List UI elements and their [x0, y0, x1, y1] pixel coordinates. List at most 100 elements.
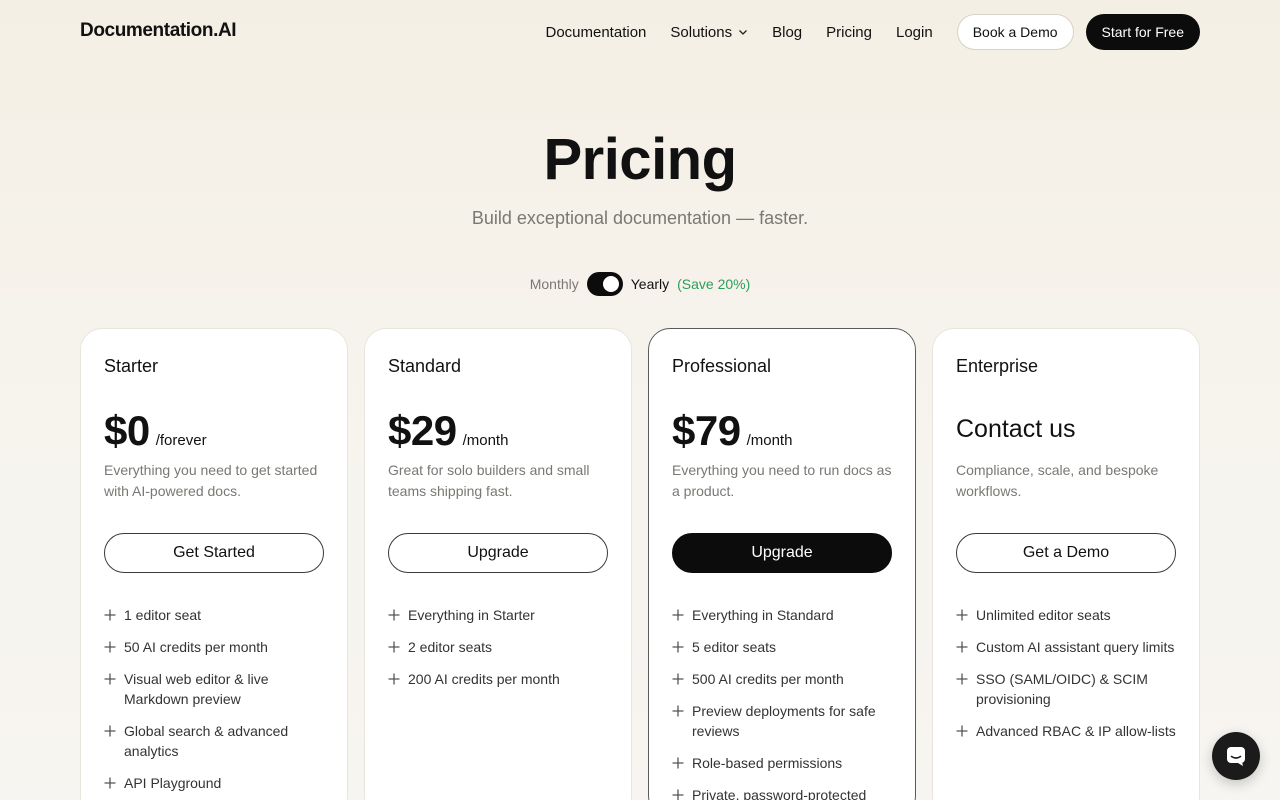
- page-title: Pricing: [543, 127, 737, 192]
- plus-icon: [104, 641, 116, 653]
- plan-price-amount: $29: [388, 407, 457, 454]
- plus-icon: [104, 725, 116, 737]
- plus-icon: [388, 673, 400, 685]
- feature-item: Preview deployments for safe reviews: [672, 701, 902, 741]
- feature-item: 200 AI credits per month: [388, 669, 618, 689]
- feature-label: Private, password-protected: [692, 787, 867, 800]
- feature-item: Global search & advanced analytics: [104, 721, 334, 761]
- plus-icon: [672, 673, 684, 685]
- billing-toggle-group: Monthly Yearly (Save 20%): [0, 272, 1280, 296]
- feature-label: Custom AI assistant query limits: [976, 639, 1175, 655]
- nav-link-blog[interactable]: Blog: [772, 24, 802, 41]
- plan-card-professional: Professional $79 /month Everything you n…: [648, 328, 916, 800]
- feature-label: Everything in Starter: [408, 607, 535, 623]
- nav-link-documentation[interactable]: Documentation: [545, 24, 646, 41]
- plan-description: Everything you need to get started with …: [104, 462, 318, 499]
- feature-item: Role-based permissions: [672, 753, 902, 773]
- billing-monthly-label[interactable]: Monthly: [530, 276, 579, 292]
- plan-price-period: /forever: [155, 432, 207, 449]
- plan-price-amount: $0: [104, 407, 150, 454]
- feature-label: 5 editor seats: [692, 639, 777, 655]
- feature-label: SSO (SAML/OIDC) & SCIM provisioning: [976, 671, 1148, 707]
- feature-label: 500 AI credits per month: [692, 671, 844, 687]
- plus-icon: [956, 609, 968, 621]
- get-started-button[interactable]: Get Started: [104, 533, 324, 573]
- plan-card-enterprise: Enterprise Contact us Compliance, scale,…: [932, 328, 1200, 800]
- plus-icon: [956, 725, 968, 737]
- feature-item: Custom AI assistant query limits: [956, 637, 1186, 657]
- feature-item: 500 AI credits per month: [672, 669, 902, 689]
- nav-link-pricing[interactable]: Pricing: [826, 24, 872, 41]
- plus-icon: [104, 777, 116, 789]
- plan-description: Compliance, scale, and bespoke workflows…: [956, 462, 1159, 499]
- feature-item: 50 AI credits per month: [104, 637, 334, 657]
- nav-link-login[interactable]: Login: [896, 24, 933, 41]
- plan-feature-list: Unlimited editor seats Custom AI assista…: [956, 605, 1186, 753]
- billing-period-toggle[interactable]: [586, 272, 623, 296]
- feature-item: SSO (SAML/OIDC) & SCIM provisioning: [956, 669, 1186, 709]
- plus-icon: [956, 641, 968, 653]
- feature-item: Unlimited editor seats: [956, 605, 1186, 625]
- upgrade-standard-button[interactable]: Upgrade: [388, 533, 608, 573]
- feature-label: API Playground: [124, 775, 222, 791]
- chevron-down-icon: [739, 30, 748, 35]
- plus-icon: [104, 673, 116, 685]
- feature-label: Advanced RBAC & IP allow-lists: [976, 723, 1176, 739]
- plus-icon: [388, 641, 400, 653]
- plan-price-period: /month: [746, 432, 793, 449]
- yearly-savings-badge: (Save 20%): [677, 276, 751, 292]
- plan-feature-list: Everything in Standard 5 editor seats 50…: [672, 605, 902, 800]
- toggle-knob: [602, 276, 619, 292]
- plan-description: Great for solo builders and small teams …: [388, 462, 590, 499]
- plus-icon: [956, 673, 968, 685]
- plan-card-starter: Starter $0 /forever Everything you need …: [80, 328, 348, 800]
- start-free-button[interactable]: Start for Free: [1085, 14, 1200, 50]
- plus-icon: [672, 705, 684, 717]
- plus-icon: [388, 609, 400, 621]
- nav-link-solutions-label: Solutions: [670, 23, 733, 41]
- pricing-cards: Starter $0 /forever Everything you need …: [80, 328, 1200, 800]
- feature-label: Everything in Standard: [692, 607, 834, 623]
- nav-links: Documentation Solutions Blog Pricing Log…: [545, 14, 1200, 50]
- feature-item: Private, password-protected: [672, 785, 902, 800]
- feature-label: Visual web editor & live Markdown previe…: [124, 671, 269, 707]
- chat-launcher-button[interactable]: [1212, 732, 1260, 780]
- billing-yearly-label[interactable]: Yearly: [631, 276, 669, 292]
- plan-name: Starter: [104, 356, 159, 376]
- feature-label: Global search & advanced analytics: [124, 723, 289, 759]
- plan-card-standard: Standard $29 /month Great for solo build…: [364, 328, 632, 800]
- feature-label: 200 AI credits per month: [408, 671, 560, 687]
- plan-price-amount: $79: [672, 407, 741, 454]
- plan-price: $29 /month: [388, 407, 508, 455]
- plan-price: $79 /month: [672, 407, 792, 455]
- feature-label: 2 editor seats: [408, 639, 493, 655]
- nav-link-solutions[interactable]: Solutions: [670, 24, 748, 41]
- plan-description: Everything you need to run docs as a pro…: [672, 462, 892, 499]
- feature-item: 5 editor seats: [672, 637, 902, 657]
- feature-label: 1 editor seat: [124, 607, 202, 623]
- chat-bubble-icon: [1227, 747, 1245, 766]
- plan-price: $0 /forever: [104, 407, 207, 455]
- feature-item: API Playground: [104, 773, 334, 793]
- plus-icon: [672, 757, 684, 769]
- upgrade-professional-button[interactable]: Upgrade: [672, 533, 892, 573]
- top-navigation: Documentation.AI Documentation Solutions…: [0, 0, 1280, 64]
- plus-icon: [672, 641, 684, 653]
- plus-icon: [672, 789, 684, 800]
- get-demo-button[interactable]: Get a Demo: [956, 533, 1176, 573]
- brand-logo[interactable]: Documentation.AI: [80, 20, 237, 42]
- plus-icon: [672, 609, 684, 621]
- feature-label: Unlimited editor seats: [976, 607, 1111, 623]
- feature-item: 1 editor seat: [104, 605, 334, 625]
- feature-item: Everything in Starter: [388, 605, 618, 625]
- plan-contact-label: Contact us: [956, 415, 1076, 443]
- feature-item: Visual web editor & live Markdown previe…: [104, 669, 334, 709]
- feature-label: 50 AI credits per month: [124, 639, 268, 655]
- plan-price-period: /month: [462, 432, 509, 449]
- feature-label: Role-based permissions: [692, 755, 843, 771]
- page-subtitle: Build exceptional documentation — faster…: [471, 208, 809, 228]
- plan-name: Enterprise: [956, 356, 1039, 376]
- plan-feature-list: 1 editor seat 50 AI credits per month Vi…: [104, 605, 334, 800]
- book-demo-button[interactable]: Book a Demo: [956, 14, 1074, 50]
- feature-item: Advanced RBAC & IP allow-lists: [956, 721, 1186, 741]
